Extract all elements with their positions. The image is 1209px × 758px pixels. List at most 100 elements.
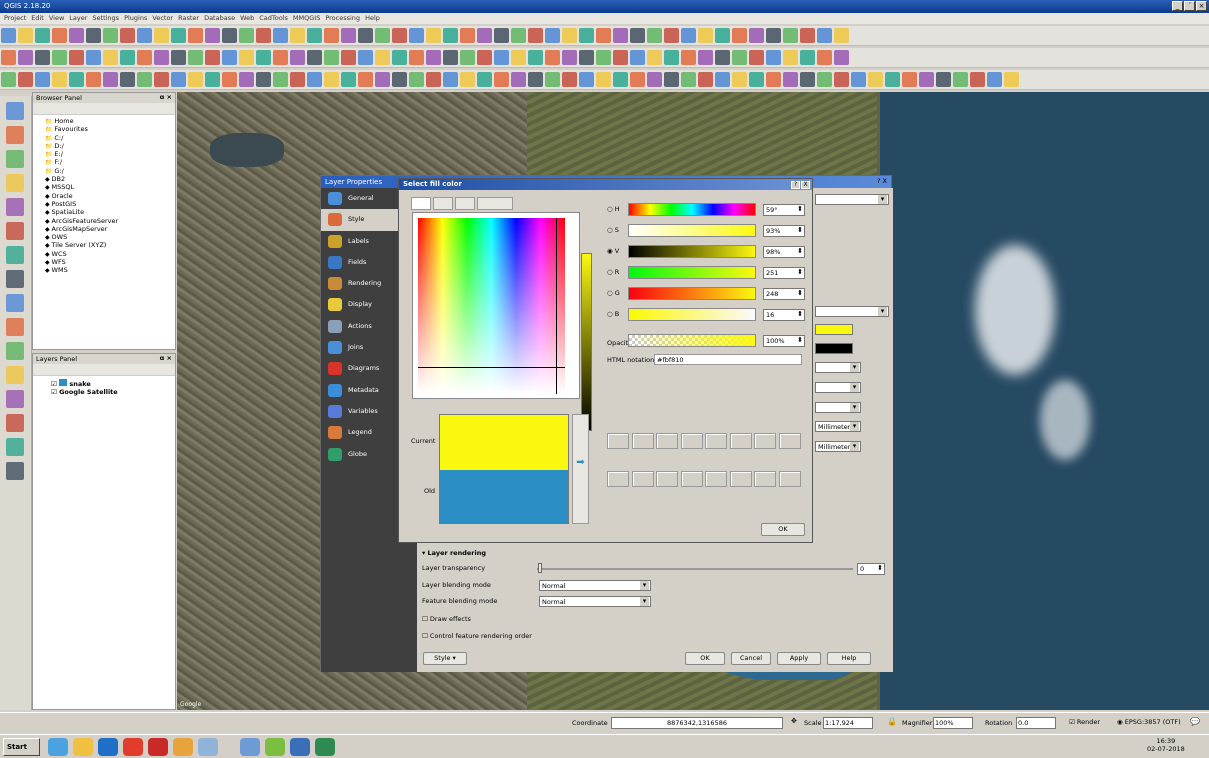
transparency-spinbox[interactable]: 0: [857, 563, 885, 575]
toolbar-tool-icon[interactable]: [766, 28, 781, 43]
apply-button[interactable]: Apply: [777, 652, 821, 665]
browser-item[interactable]: 📁 Home: [45, 117, 175, 125]
color-swatch-slot[interactable]: [680, 471, 703, 487]
toolbar-tool-icon[interactable]: [460, 28, 475, 43]
lock-icon[interactable]: 🔒: [887, 717, 897, 726]
toolbar-tool-icon[interactable]: [987, 72, 1002, 87]
toolbar-tool-icon[interactable]: [409, 72, 424, 87]
transparency-slider-handle[interactable]: [538, 563, 542, 573]
color-swatch-slot[interactable]: [705, 471, 727, 487]
toolbar-tool-icon[interactable]: [783, 28, 798, 43]
color-swatch-slot[interactable]: [656, 433, 678, 449]
app-icon[interactable]: [148, 738, 168, 756]
toolbar-tool-icon[interactable]: [307, 28, 322, 43]
opacity-spinbox[interactable]: 100%: [763, 335, 805, 347]
folder-icon[interactable]: [73, 738, 93, 756]
browser-item[interactable]: ◆ ArcGisFeatureServer: [45, 217, 175, 225]
menu-database[interactable]: Database: [204, 14, 235, 22]
toolbar-tool-icon[interactable]: [273, 72, 288, 87]
toolbar-tool-icon[interactable]: [851, 72, 866, 87]
transparency-slider[interactable]: [537, 568, 853, 570]
toolbar-tool-icon[interactable]: [596, 50, 611, 65]
toolbar-tool-icon[interactable]: [239, 72, 254, 87]
toolbar-tool-icon[interactable]: [18, 72, 33, 87]
toolbar-tool-icon[interactable]: [120, 28, 135, 43]
add-layer-tool-icon[interactable]: [6, 150, 24, 168]
close-button[interactable]: X: [801, 181, 810, 189]
browser-item[interactable]: ◆ MSSQL: [45, 183, 175, 191]
toolbar-tool-icon[interactable]: [120, 72, 135, 87]
add-layer-tool-icon[interactable]: [6, 270, 24, 288]
toolbar-tool-icon[interactable]: [307, 50, 322, 65]
add-layer-tool-icon[interactable]: [6, 318, 24, 336]
menu-cadtools[interactable]: CadTools: [259, 14, 288, 22]
toolbar-tool-icon[interactable]: [460, 72, 475, 87]
toolbar-tool-icon[interactable]: [409, 50, 424, 65]
close-button[interactable]: ×: [1196, 1, 1207, 11]
toolbar-tool-icon[interactable]: [511, 72, 526, 87]
toolbar-tool-icon[interactable]: [715, 72, 730, 87]
add-layer-tool-icon[interactable]: [6, 174, 24, 192]
layer-blending-combo[interactable]: Normal: [539, 580, 651, 591]
menu-raster[interactable]: Raster: [178, 14, 199, 22]
toolbar-tool-icon[interactable]: [426, 72, 441, 87]
channel-slider-r[interactable]: [628, 266, 756, 279]
toolbar-tool-icon[interactable]: [52, 28, 67, 43]
layer-rendering-heading[interactable]: ▾ Layer rendering: [422, 549, 486, 557]
toolbar-tool-icon[interactable]: [630, 50, 645, 65]
toolbar-tool-icon[interactable]: [783, 50, 798, 65]
browser-item[interactable]: ◆ SpatiaLite: [45, 208, 175, 216]
toolbar-tool-icon[interactable]: [86, 28, 101, 43]
menu-settings[interactable]: Settings: [92, 14, 119, 22]
toolbar-tool-icon[interactable]: [86, 50, 101, 65]
chrome-icon[interactable]: [123, 738, 143, 756]
toolbar-tool-icon[interactable]: [953, 72, 968, 87]
browser-item[interactable]: 📁 D:/: [45, 142, 175, 150]
html-notation-field[interactable]: #fbf810: [654, 354, 802, 365]
toolbar-tool-icon[interactable]: [69, 50, 84, 65]
menu-processing[interactable]: Processing: [325, 14, 360, 22]
toolbar-tool-icon[interactable]: [494, 28, 509, 43]
channel-slider-b[interactable]: [628, 308, 756, 321]
toolbar-tool-icon[interactable]: [494, 50, 509, 65]
channel-radio-s[interactable]: ○ S: [607, 226, 619, 234]
channel-radio-v[interactable]: ◉ V: [607, 247, 619, 255]
browser-item[interactable]: 📁 G:/: [45, 167, 175, 175]
menu-help[interactable]: Help: [365, 14, 380, 22]
toolbar-tool-icon[interactable]: [562, 72, 577, 87]
old-color-swatch[interactable]: [440, 470, 568, 523]
menu-web[interactable]: Web: [240, 14, 254, 22]
toolbar-tool-icon[interactable]: [341, 28, 356, 43]
color-swatch-slot[interactable]: [729, 433, 752, 449]
color-swatch-slot[interactable]: [680, 433, 703, 449]
toolbar-tool-icon[interactable]: [647, 50, 662, 65]
menu-view[interactable]: View: [49, 14, 64, 22]
channel-radio-g[interactable]: ○ G: [607, 289, 620, 297]
color-swatch-slot[interactable]: [754, 433, 776, 449]
toolbar-tool-icon[interactable]: [426, 28, 441, 43]
tab-color-wheel[interactable]: [433, 197, 453, 210]
toolbar-tool-icon[interactable]: [970, 72, 985, 87]
toolbar-tool-icon[interactable]: [290, 72, 305, 87]
toolbar-tool-icon[interactable]: [103, 72, 118, 87]
toolbar-tool-icon[interactable]: [766, 50, 781, 65]
rotation-field[interactable]: 0.0: [1016, 717, 1056, 729]
explorer-icon[interactable]: [198, 738, 218, 756]
toolbar-tool-icon[interactable]: [1, 28, 16, 43]
toolbar-tool-icon[interactable]: [579, 72, 594, 87]
tab-color-swatches[interactable]: [455, 197, 475, 210]
toolbar-tool-icon[interactable]: [52, 72, 67, 87]
toolbar-tool-icon[interactable]: [443, 72, 458, 87]
toolbar-tool-icon[interactable]: [137, 28, 152, 43]
toolbar-tool-icon[interactable]: [545, 72, 560, 87]
toolbar-tool-icon[interactable]: [324, 72, 339, 87]
scale-field[interactable]: 1:17,924: [823, 717, 873, 729]
toolbar-tool-icon[interactable]: [341, 50, 356, 65]
renderer-combo[interactable]: [815, 194, 889, 205]
toolbar-tool-icon[interactable]: [358, 50, 373, 65]
toolbar-tool-icon[interactable]: [256, 72, 271, 87]
menu-edit[interactable]: Edit: [31, 14, 44, 22]
add-layer-tool-icon[interactable]: [6, 294, 24, 312]
toolbar-tool-icon[interactable]: [528, 72, 543, 87]
toolbar-tool-icon[interactable]: [800, 28, 815, 43]
